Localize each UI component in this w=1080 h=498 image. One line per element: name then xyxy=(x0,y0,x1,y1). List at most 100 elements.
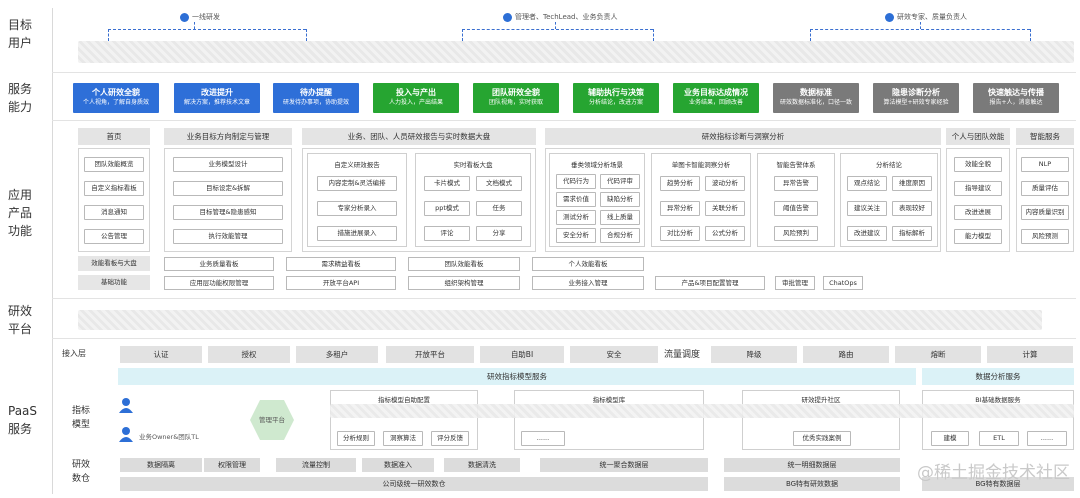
item-viewpoint[interactable]: 观点结论 xyxy=(847,176,887,191)
service-assist-decision[interactable]: 辅助执行与决策 分析结论，改进方案 xyxy=(573,83,659,113)
access-security[interactable]: 安全 xyxy=(570,346,658,363)
item-announcement[interactable]: 公告管理 xyxy=(84,229,144,244)
item-improve-suggest[interactable]: 改进建议 xyxy=(847,226,887,241)
item-custom-board[interactable]: 自定义指标看板 xyxy=(84,181,144,196)
item-analysis-rules[interactable]: 分析规则 xyxy=(337,431,375,446)
item-goal-setting[interactable]: 目标设定&拆解 xyxy=(173,181,283,196)
item-good-performance[interactable]: 表现较好 xyxy=(892,201,932,216)
item-code-behavior[interactable]: 代码行为 xyxy=(556,174,596,189)
data-cleaning[interactable]: 数据清洗 xyxy=(444,458,520,472)
item-test-analysis[interactable]: 测试分析 xyxy=(556,210,596,225)
item-fluctuation-analysis[interactable]: 波动分析 xyxy=(705,176,745,191)
service-fast-reach[interactable]: 快速触达与传播 报告+人，消息触达 xyxy=(973,83,1059,113)
board-team-efficiency[interactable]: 团队效能看板 xyxy=(408,257,520,271)
flow-circuit-breaker[interactable]: 熔断 xyxy=(895,346,981,363)
item-threshold-alert[interactable]: 阈值告警 xyxy=(774,201,818,216)
item-score-feedback[interactable]: 评分反馈 xyxy=(431,431,469,446)
item-online-quality[interactable]: 线上质量 xyxy=(600,210,640,225)
access-multi-tenant[interactable]: 多租户 xyxy=(296,346,378,363)
item-suggest-attention[interactable]: 建议关注 xyxy=(847,201,887,216)
data-bg-specific[interactable]: BG特有研效数据 xyxy=(724,477,900,491)
item-expert-analysis[interactable]: 专家分析录入 xyxy=(317,201,397,216)
item-formula-analysis[interactable]: 公式分析 xyxy=(705,226,745,241)
item-security-analysis[interactable]: 安全分析 xyxy=(556,228,596,243)
data-permission[interactable]: 权限管理 xyxy=(204,458,260,472)
group-title: 研效提升社区 xyxy=(801,396,841,404)
board-demand-lean[interactable]: 需求精益看板 xyxy=(286,257,396,271)
flow-compute[interactable]: 计算 xyxy=(987,346,1073,363)
item-ppt-mode[interactable]: ppt模式 xyxy=(424,201,470,216)
data-admission[interactable]: 数据准入 xyxy=(362,458,434,472)
item-anomaly-alert[interactable]: 异常告警 xyxy=(774,176,818,191)
item-doc-mode[interactable]: 文档模式 xyxy=(476,176,522,191)
item-notification[interactable]: 消息通知 xyxy=(84,205,144,220)
basic-permission[interactable]: 应用层功能权限管理 xyxy=(164,276,274,290)
item-team-overview[interactable]: 团队效能概览 xyxy=(84,157,144,172)
access-authorize[interactable]: 授权 xyxy=(208,346,290,363)
service-team-overview[interactable]: 团队研效全貌 团队视角，实时获取 xyxy=(473,83,559,113)
access-open-platform[interactable]: 开放平台 xyxy=(386,346,474,363)
item-compare-analysis[interactable]: 对比分析 xyxy=(660,226,700,241)
item-content-quality[interactable]: 内容质量识别 xyxy=(1021,205,1069,220)
item-insight-algo[interactable]: 洞察算法 xyxy=(383,431,423,446)
item-guidance[interactable]: 指导建议 xyxy=(954,181,1002,196)
flow-degrade[interactable]: 降级 xyxy=(711,346,797,363)
item-share[interactable]: 分享 xyxy=(476,226,522,241)
data-company-base[interactable]: 公司级统一研效数仓 xyxy=(120,477,708,491)
basic-open-api[interactable]: 开放平台API xyxy=(286,276,396,290)
access-auth[interactable]: 认证 xyxy=(120,346,202,363)
item-risk-forecast[interactable]: 风险预测 xyxy=(1021,229,1069,244)
item-bi-more[interactable]: ...... xyxy=(1027,431,1067,446)
item-efficiency-overview[interactable]: 效能全貌 xyxy=(954,157,1002,172)
access-self-bi[interactable]: 自助BI xyxy=(480,346,564,363)
item-quality-eval[interactable]: 质量评估 xyxy=(1021,181,1069,196)
item-best-practice[interactable]: 优秀实践案例 xyxy=(793,431,851,446)
item-measure-progress[interactable]: 措施进展录入 xyxy=(317,226,397,241)
item-indicator-parse[interactable]: 指标解析 xyxy=(892,226,932,241)
service-input-output[interactable]: 投入与产出 人力投入，产出结果 xyxy=(373,83,459,113)
platform-hexagon[interactable]: 管理平台 xyxy=(248,398,296,442)
item-comment[interactable]: 评论 xyxy=(424,226,470,241)
item-code-review[interactable]: 代码评审 xyxy=(600,174,640,189)
basic-business-access[interactable]: 业务接入管理 xyxy=(532,276,644,290)
board-personal-efficiency[interactable]: 个人效能看板 xyxy=(532,257,644,271)
item-modeling[interactable]: 建模 xyxy=(931,431,969,446)
item-custom-content[interactable]: 内容定制&灵活编排 xyxy=(317,176,397,191)
basic-approval[interactable]: 审批管理 xyxy=(775,276,815,290)
user-tag-expert: 研效专家、质量负责人 xyxy=(885,12,967,22)
item-improve-progress[interactable]: 改进进展 xyxy=(954,205,1002,220)
item-trend-analysis[interactable]: 趋势分析 xyxy=(660,176,700,191)
item-etl[interactable]: ETL xyxy=(979,431,1019,446)
data-isolation[interactable]: 数据隔离 xyxy=(120,458,202,472)
service-risk-diagnosis[interactable]: 隐患诊断分析 算法模型+研效专家经验 xyxy=(873,83,959,113)
basic-product-config[interactable]: 产品&项目配置管理 xyxy=(655,276,765,290)
item-nlp[interactable]: NLP xyxy=(1021,157,1069,172)
data-unified-agg[interactable]: 统一聚合数据层 xyxy=(540,458,708,472)
data-unified-detail[interactable]: 统一明细数据层 xyxy=(724,458,900,472)
data-flow-control[interactable]: 流量控制 xyxy=(276,458,356,472)
item-risk-prediction[interactable]: 风险预判 xyxy=(774,226,818,241)
item-correlation-analysis[interactable]: 关联分析 xyxy=(705,201,745,216)
service-improvement[interactable]: 改进提升 解决方案，推荐技术文章 xyxy=(174,83,260,113)
item-dimension-cause[interactable]: 维度原因 xyxy=(892,176,932,191)
basic-org-structure[interactable]: 组织架构管理 xyxy=(408,276,520,290)
item-card-mode[interactable]: 卡片模式 xyxy=(424,176,470,191)
item-demand-value[interactable]: 需求价值 xyxy=(556,192,596,207)
item-anomaly-analysis[interactable]: 异常分析 xyxy=(660,201,700,216)
item-business-model[interactable]: 业务模型设计 xyxy=(173,157,283,172)
item-ability-model[interactable]: 能力模型 xyxy=(954,229,1002,244)
group-title: 分析结论 xyxy=(876,161,902,169)
service-business-goal[interactable]: 业务目标达成情况 业务结果，回顾改善 xyxy=(673,83,759,113)
item-goal-management[interactable]: 目标管理&隐患感知 xyxy=(173,205,283,220)
service-data-standard[interactable]: 数据标准 研效数据标准化，口径一致 xyxy=(773,83,859,113)
item-defect-analysis[interactable]: 缺陷分析 xyxy=(600,192,640,207)
flow-route[interactable]: 路由 xyxy=(803,346,889,363)
item-compliance-analysis[interactable]: 合规分析 xyxy=(600,228,640,243)
item-library-more[interactable]: ...... xyxy=(521,431,565,446)
service-todo-reminder[interactable]: 待办提醒 研发待办事项，协助提效 xyxy=(273,83,359,113)
board-business-quality[interactable]: 业务质量看板 xyxy=(164,257,274,271)
basic-chatops[interactable]: ChatOps xyxy=(823,276,863,290)
item-execution[interactable]: 执行效能管理 xyxy=(173,229,283,244)
item-task[interactable]: 任务 xyxy=(476,201,522,216)
service-personal-overview[interactable]: 个人研效全貌 个人视角，了解自身质效 xyxy=(73,83,159,113)
